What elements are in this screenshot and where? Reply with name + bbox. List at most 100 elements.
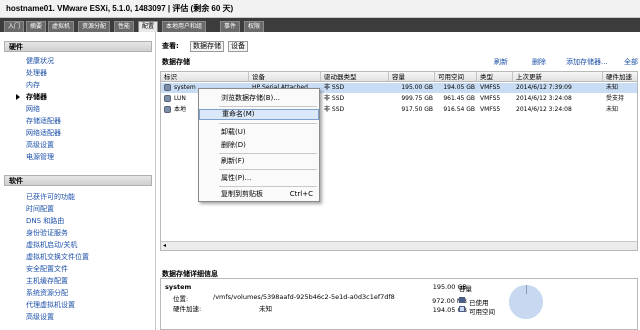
datastore-icon — [164, 106, 171, 113]
details-location-label: 位置: — [173, 295, 189, 303]
column-header-capacity[interactable]: 容量 — [389, 72, 435, 82]
sidebar-item-memory[interactable]: 内存 — [26, 80, 40, 90]
tab-local-users-groups[interactable]: 本地用户和组 — [162, 21, 207, 32]
datastore-details-panel: system 位置: /vmfs/volumes/5398aafd-925b46… — [160, 278, 638, 330]
details-name: system — [165, 283, 192, 291]
sidebar-item-processors[interactable]: 处理器 — [26, 68, 47, 78]
delete-link[interactable]: 删除 — [532, 57, 546, 67]
tab-configuration[interactable]: 配置 — [138, 21, 159, 32]
cell-free: 961.45 GB — [443, 95, 475, 102]
details-hw-accel-label: 硬件加速: — [173, 305, 202, 313]
view-datastores-button[interactable]: 数据存储 — [190, 41, 224, 52]
sidebar-item-licensed-features[interactable]: 已获许可的功能 — [26, 192, 75, 202]
hardware-panel-title: 硬件 — [4, 41, 152, 52]
add-storage-link[interactable]: 添加存储器... — [566, 57, 608, 67]
scroll-left-icon[interactable]: ◂ — [163, 242, 166, 250]
menu-item-copy-to-clipboard[interactable]: 复制到剪贴板 Ctrl+C — [199, 189, 319, 200]
pie-used-slice — [509, 285, 543, 319]
menu-separator — [219, 186, 317, 187]
cell-last-update: 2014/6/12 7:39:09 — [516, 84, 572, 91]
free-legend-swatch — [459, 306, 465, 312]
column-header-hw-accel[interactable]: 硬件加速 — [603, 72, 637, 82]
menu-item-properties[interactable]: 属性(P)... — [199, 173, 319, 184]
datastore-icon — [164, 84, 171, 91]
cell-capacity: 917.50 GB — [401, 106, 433, 113]
sidebar-item-time-configuration[interactable]: 时间配置 — [26, 204, 54, 214]
menu-separator — [219, 169, 317, 170]
column-header-identification[interactable]: 标识 — [161, 72, 249, 82]
sidebar-item-dns-routing[interactable]: DNS 和路由 — [26, 216, 64, 226]
menu-item-refresh[interactable]: 刷新(F) — [199, 156, 319, 167]
tab-performance[interactable]: 性能 — [114, 21, 135, 32]
sidebar-item-advanced-settings-sw[interactable]: 高级设置 — [26, 312, 54, 322]
cell-last-update: 2014/6/12 3:24:08 — [516, 106, 572, 113]
tab-events[interactable]: 事件 — [220, 21, 241, 32]
sidebar-item-security-profile[interactable]: 安全配置文件 — [26, 264, 68, 274]
menu-item-delete[interactable]: 删除(D) — [199, 140, 319, 151]
view-devices-button[interactable]: 设备 — [228, 41, 248, 52]
used-legend-swatch — [459, 297, 465, 303]
menu-item-browse-datastore[interactable]: 浏览数据存储(B)... — [199, 93, 319, 104]
cell-drive-type: 非 SSD — [324, 84, 345, 91]
sidebar-item-authentication[interactable]: 身份验证服务 — [26, 228, 68, 238]
column-header-free[interactable]: 可用空间 — [435, 72, 477, 82]
sidebar-item-agent-vm[interactable]: 代理虚拟机设置 — [26, 300, 75, 310]
column-header-drive-type[interactable]: 驱动器类型 — [321, 72, 389, 82]
cell-type: VMFS5 — [480, 84, 501, 91]
sidebar-item-storage-adapters[interactable]: 存储适配器 — [26, 116, 61, 126]
capacity-pie-chart — [509, 285, 543, 319]
horizontal-scrollbar[interactable]: ◂ — [161, 241, 637, 250]
sidebar-item-vm-startup[interactable]: 虚拟机启动/关机 — [26, 240, 77, 250]
sidebar-item-storage[interactable]: 存储器 — [26, 92, 47, 102]
menu-item-unmount[interactable]: 卸载(U) — [199, 127, 319, 138]
details-location-value: /vmfs/volumes/5398aafd-925b46c2-5e1d-a0d… — [213, 293, 395, 301]
cell-hw-accel: 未知 — [606, 106, 619, 113]
cell-type: VMFS5 — [480, 95, 501, 102]
sidebar-item-networking[interactable]: 网络 — [26, 104, 40, 114]
menu-separator — [219, 153, 317, 154]
tab-summary[interactable]: 摘要 — [26, 21, 47, 32]
details-hw-accel-value: 未知 — [259, 305, 272, 313]
sidebar-item-power-management[interactable]: 电源管理 — [26, 152, 54, 162]
menu-item-copy-shortcut: Ctrl+C — [289, 190, 313, 198]
sidebar-item-system-resource[interactable]: 系统资源分配 — [26, 288, 68, 298]
datastores-title: 数据存储 — [162, 58, 190, 66]
software-panel-title: 软件 — [4, 175, 152, 186]
details-capacity-label: 容量 — [459, 285, 472, 293]
cell-hw-accel: 未知 — [606, 84, 619, 91]
tab-getting-started[interactable]: 入门 — [4, 21, 25, 32]
column-header-device[interactable]: 设备 — [249, 72, 321, 82]
sidebar-item-health[interactable]: 健康状况 — [26, 56, 54, 66]
tab-permissions[interactable]: 权限 — [244, 21, 265, 32]
cell-free: 916.54 GB — [443, 106, 475, 113]
sidebar-item-network-adapters[interactable]: 网络适配器 — [26, 128, 61, 138]
menu-separator — [219, 123, 317, 124]
refresh-link[interactable]: 刷新 — [494, 57, 508, 67]
cell-hw-accel: 受支持 — [606, 95, 625, 102]
cell-free: 194.05 GB — [443, 84, 475, 91]
cell-type: VMFS5 — [480, 106, 501, 113]
cell-capacity: 999.75 GB — [401, 95, 433, 102]
datastore-icon — [164, 95, 171, 102]
sidebar-item-advanced-settings-hw[interactable]: 高级设置 — [26, 140, 54, 150]
tab-virtual-machines[interactable]: 虚拟机 — [48, 21, 75, 32]
menu-separator — [219, 106, 317, 107]
window-title: hostname01. VMware ESXi, 5.1.0, 1483097 … — [0, 0, 640, 18]
tab-resource-allocation[interactable]: 资源分配 — [78, 21, 111, 32]
cell-drive-type: 非 SSD — [324, 106, 345, 113]
menu-item-copy-label: 复制到剪贴板 — [221, 190, 263, 198]
view-label: 查看: — [162, 42, 179, 50]
sidebar-item-host-cache[interactable]: 主机缓存配置 — [26, 276, 68, 286]
column-header-type[interactable]: 类型 — [477, 72, 513, 82]
sidebar-item-vm-swapfile[interactable]: 虚拟机交换文件位置 — [26, 252, 89, 262]
selected-arrow-icon — [16, 94, 20, 100]
details-free-label: 可用空间 — [469, 308, 495, 316]
cell-capacity: 195.00 GB — [401, 84, 433, 91]
cell-drive-type: 非 SSD — [324, 95, 345, 102]
menu-item-rename[interactable]: 重命名(M) — [199, 109, 319, 120]
context-menu: 浏览数据存储(B)... 重命名(M) 卸载(U) 删除(D) 刷新(F) 属性… — [198, 88, 320, 202]
config-sidebar: 硬件 健康状况 处理器 内存 存储器 网络 存储适配器 网络适配器 高级设置 电… — [0, 32, 156, 330]
rescan-all-link[interactable]: 全部 — [624, 57, 638, 67]
column-header-last-update[interactable]: 上次更新 — [513, 72, 603, 82]
cell-last-update: 2014/6/12 3:24:08 — [516, 95, 572, 102]
